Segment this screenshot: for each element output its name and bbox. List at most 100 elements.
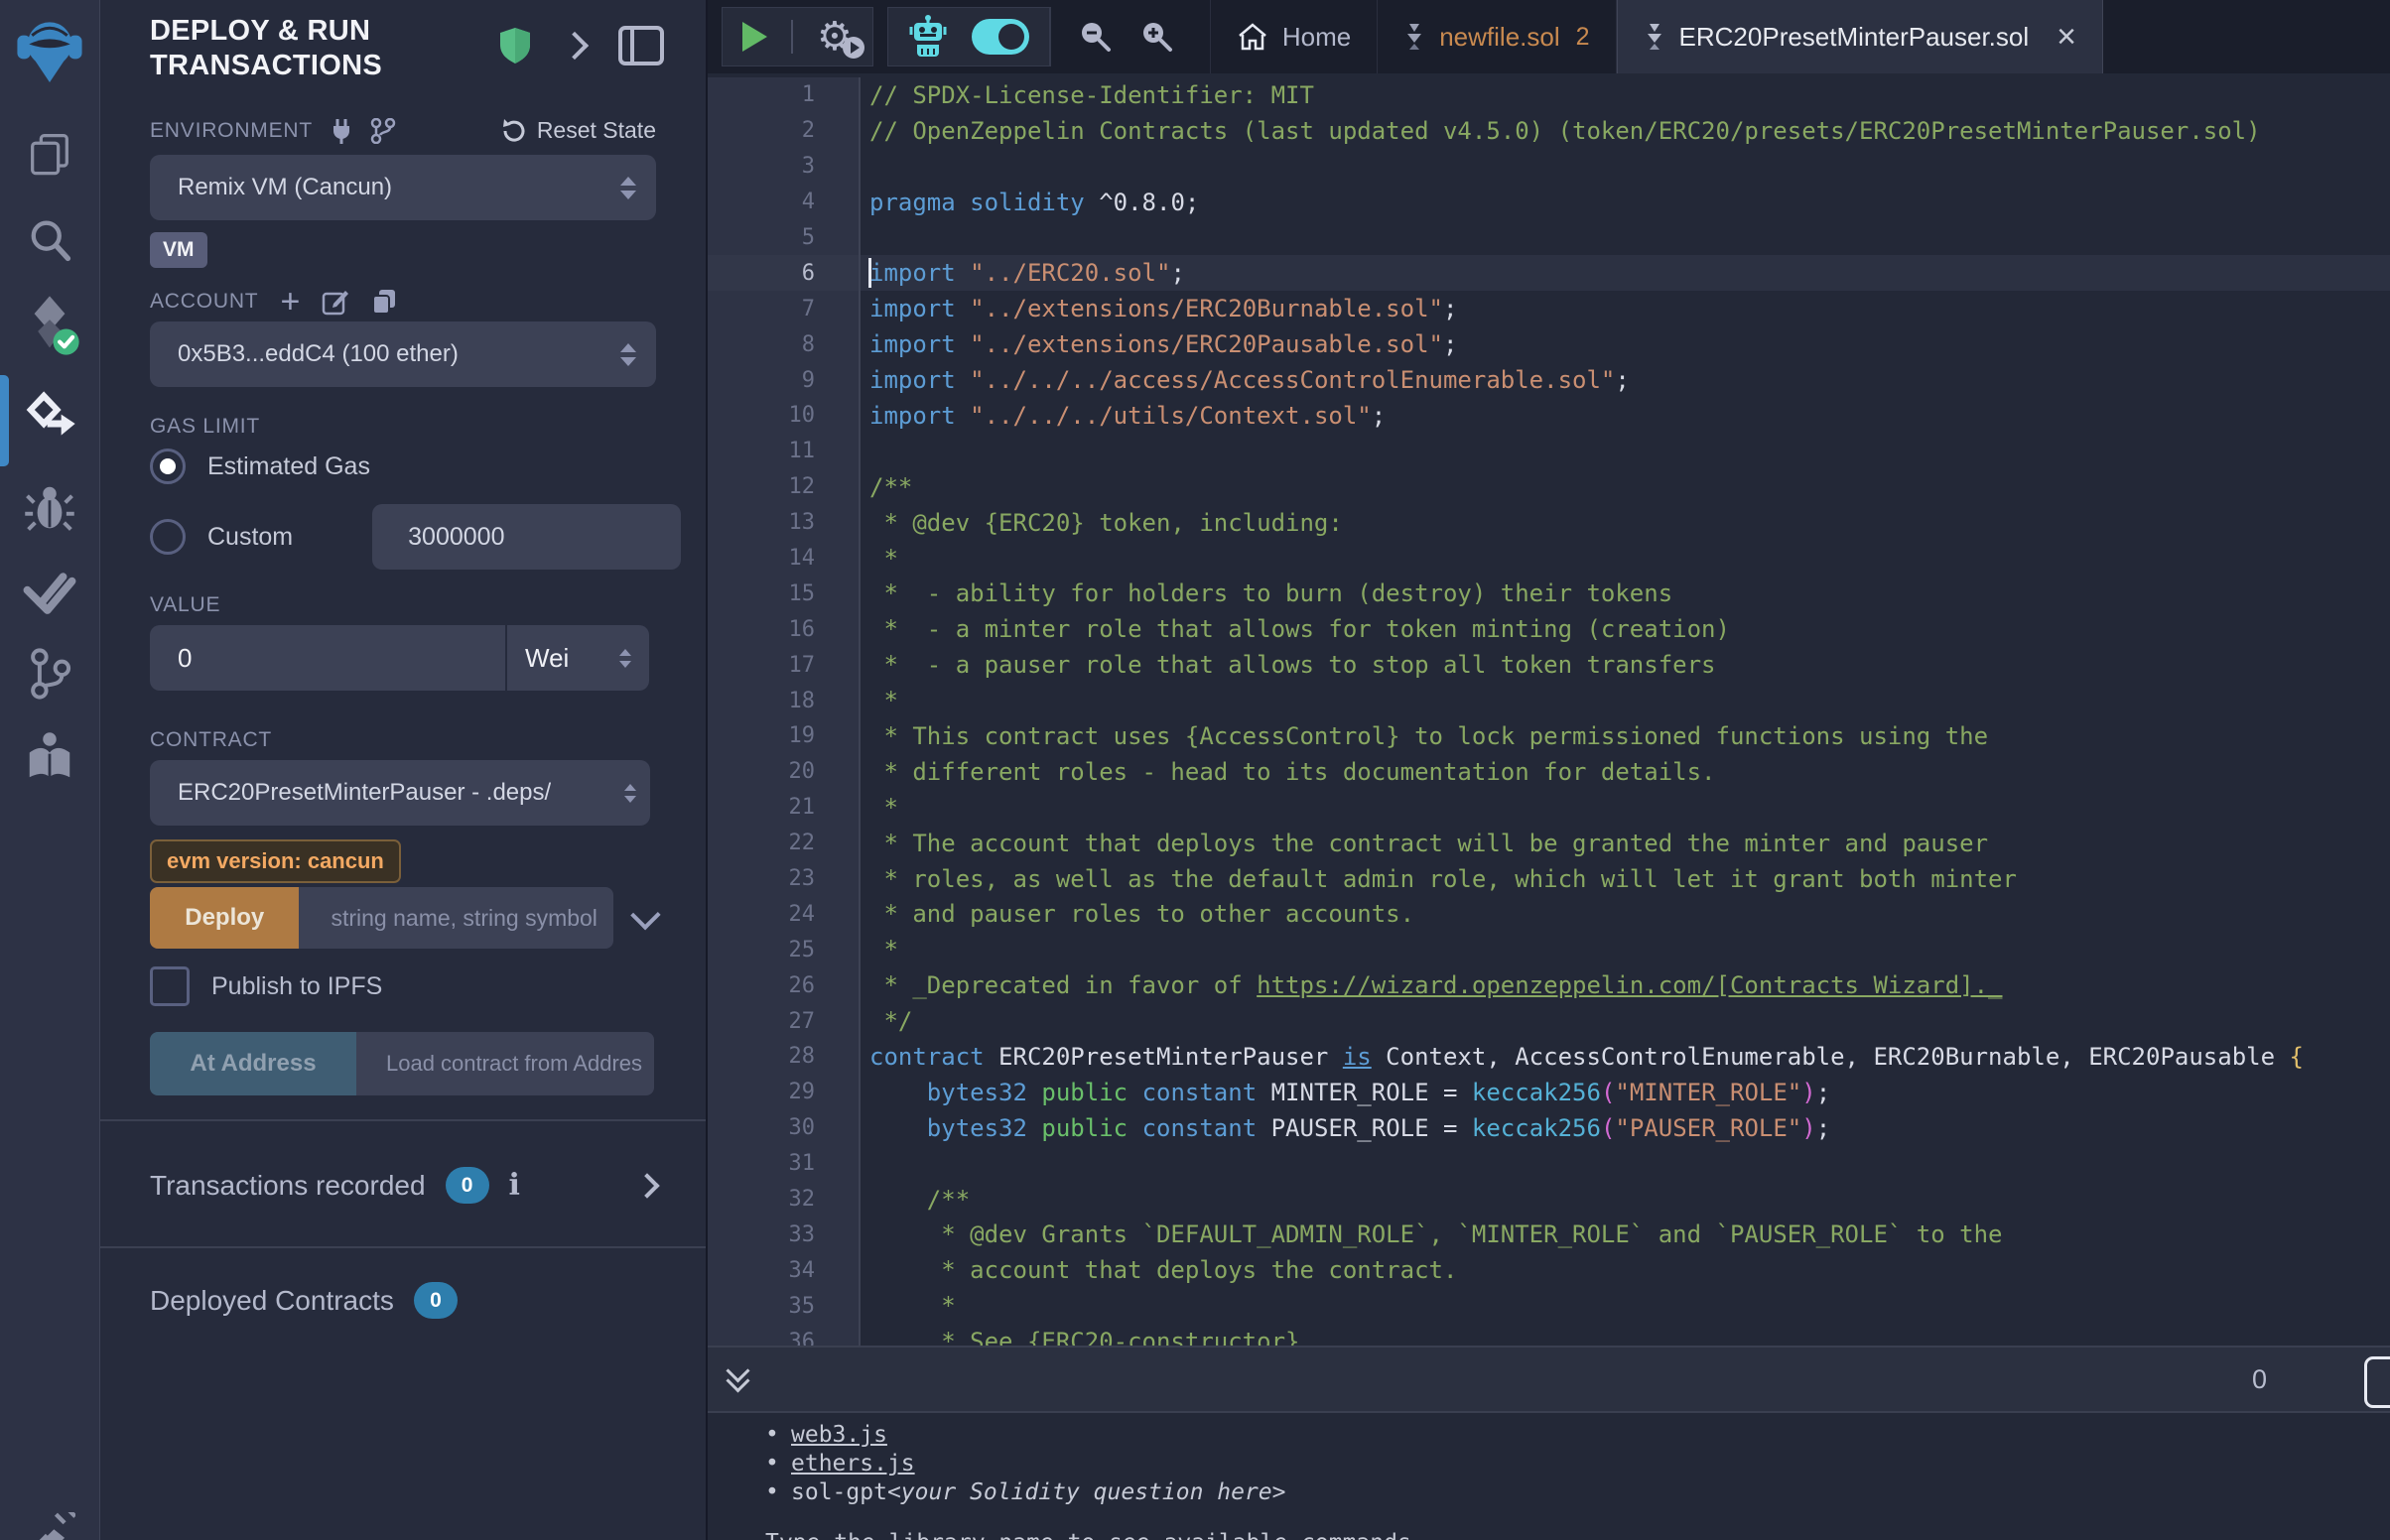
- line-content: /**: [859, 469, 2390, 505]
- copy-account-icon[interactable]: [371, 288, 397, 316]
- collapse-terminal-icon[interactable]: [730, 1369, 746, 1389]
- terminal-link[interactable]: web3.js: [791, 1421, 887, 1450]
- custom-gas-radio[interactable]: [150, 519, 186, 555]
- tab-erc20-preset[interactable]: ERC20PresetMinterPauser.sol ×: [1617, 0, 2103, 73]
- deploy-button[interactable]: Deploy: [150, 887, 299, 949]
- custom-gas-input[interactable]: [372, 504, 681, 570]
- code-line[interactable]: 11: [708, 434, 2390, 469]
- contract-select[interactable]: ERC20PresetMinterPauser - .deps/: [150, 760, 650, 826]
- code-line[interactable]: 23 * roles, as well as the default admin…: [708, 861, 2390, 897]
- publish-row: Publish to IPFS: [150, 966, 656, 1006]
- listen-network-checkbox[interactable]: [2364, 1356, 2390, 1408]
- tab-newfile[interactable]: newfile.sol 2: [1378, 0, 1616, 73]
- account-select[interactable]: 0x5B3...eddC4 (100 ether): [150, 321, 656, 387]
- pin-panel-icon[interactable]: [618, 26, 664, 65]
- unit-testing-icon[interactable]: [0, 568, 99, 617]
- close-tab-icon[interactable]: ×: [2057, 24, 2076, 50]
- line-number: 6: [708, 255, 859, 291]
- file-explorer-icon[interactable]: [0, 127, 99, 179]
- value-unit-select[interactable]: Wei: [507, 625, 649, 691]
- terminal-item: •sol-gpt <your Solidity question here>: [765, 1478, 2390, 1507]
- ai-copilot-toggle[interactable]: [972, 19, 1029, 55]
- code-line[interactable]: 8import "../extensions/ERC20Pausable.sol…: [708, 326, 2390, 362]
- code-line[interactable]: 7import "../extensions/ERC20Burnable.sol…: [708, 291, 2390, 326]
- code-line[interactable]: 32 /**: [708, 1182, 2390, 1218]
- code-line[interactable]: 28contract ERC20PresetMinterPauser is Co…: [708, 1039, 2390, 1075]
- at-address-button[interactable]: At Address: [150, 1032, 356, 1095]
- run-script-icon[interactable]: [742, 22, 767, 52]
- environment-select[interactable]: Remix VM (Cancun): [150, 155, 656, 220]
- code-line[interactable]: 18 *: [708, 683, 2390, 718]
- info-icon[interactable]: i: [509, 1168, 520, 1203]
- code-line[interactable]: 22 * The account that deploys the contra…: [708, 826, 2390, 861]
- code-line[interactable]: 6import "../ERC20.sol";: [708, 255, 2390, 291]
- editor-toolbar: ⚙: [708, 0, 2390, 73]
- expand-deploy-chevron-icon[interactable]: [631, 900, 661, 930]
- code-line[interactable]: 5: [708, 220, 2390, 256]
- code-line[interactable]: 34 * account that deploys the contract.: [708, 1252, 2390, 1288]
- fork-environment-icon[interactable]: [370, 118, 396, 144]
- code-line[interactable]: 2// OpenZeppelin Contracts (last updated…: [708, 113, 2390, 149]
- code-line[interactable]: 20 * different roles - head to its docum…: [708, 754, 2390, 790]
- code-line[interactable]: 30 bytes32 public constant PAUSER_ROLE =…: [708, 1110, 2390, 1146]
- code-line[interactable]: 4pragma solidity ^0.8.0;: [708, 185, 2390, 220]
- code-line[interactable]: 31: [708, 1146, 2390, 1182]
- plugin-manager-icon[interactable]: [0, 1512, 99, 1540]
- line-content: * - ability for holders to burn (destroy…: [859, 576, 2390, 611]
- deploy-run-icon[interactable]: [0, 389, 99, 445]
- line-content: * @dev {ERC20} token, including:: [859, 505, 2390, 541]
- line-number: 15: [708, 576, 859, 611]
- code-line[interactable]: 15 * - ability for holders to burn (dest…: [708, 576, 2390, 611]
- code-line[interactable]: 19 * This contract uses {AccessControl} …: [708, 718, 2390, 754]
- code-line[interactable]: 16 * - a minter role that allows for tok…: [708, 611, 2390, 647]
- code-line[interactable]: 26 * _Deprecated in favor of https://wiz…: [708, 967, 2390, 1003]
- zoom-out-icon[interactable]: [1077, 19, 1113, 55]
- line-number: 9: [708, 362, 859, 398]
- gas-limit-row: GAS LIMIT: [150, 415, 656, 439]
- code-line[interactable]: 35 *: [708, 1288, 2390, 1324]
- plug-icon[interactable]: [329, 118, 354, 144]
- transactions-recorded-row[interactable]: Transactions recorded 0 i: [150, 1167, 656, 1204]
- contract-value: ERC20PresetMinterPauser - .deps/: [178, 779, 551, 807]
- code-line[interactable]: 3: [708, 149, 2390, 185]
- code-line[interactable]: 33 * @dev Grants `DEFAULT_ADMIN_ROLE`, `…: [708, 1218, 2390, 1253]
- code-line[interactable]: 12/**: [708, 469, 2390, 505]
- value-input[interactable]: [150, 625, 505, 691]
- learneth-icon[interactable]: [0, 730, 99, 784]
- debugger-bug-icon[interactable]: [0, 480, 99, 534]
- script-config-gear-icon[interactable]: ⚙: [817, 17, 853, 57]
- collapse-chevron-icon[interactable]: [561, 32, 589, 60]
- code-line[interactable]: 17 * - a pauser role that allows to stop…: [708, 647, 2390, 683]
- code-line[interactable]: 24 * and pauser roles to other accounts.: [708, 896, 2390, 932]
- code-line[interactable]: 1// SPDX-License-Identifier: MIT: [708, 77, 2390, 113]
- tab-home[interactable]: Home: [1210, 0, 1378, 73]
- code-line[interactable]: 21 *: [708, 790, 2390, 826]
- search-icon[interactable]: [0, 214, 99, 266]
- code-line[interactable]: 13 * @dev {ERC20} token, including:: [708, 505, 2390, 541]
- reset-state-button[interactable]: Reset State: [501, 117, 656, 144]
- terminal[interactable]: •web3.js•ethers.js•sol-gpt <your Solidit…: [708, 1413, 2390, 1540]
- ai-robot-icon[interactable]: [908, 15, 948, 59]
- code-line[interactable]: 27 */: [708, 1003, 2390, 1039]
- remix-logo-icon[interactable]: [0, 12, 99, 85]
- zoom-in-icon[interactable]: [1138, 19, 1174, 55]
- line-content: *: [859, 541, 2390, 577]
- add-account-icon[interactable]: +: [280, 291, 300, 313]
- edit-account-icon[interactable]: [322, 288, 349, 316]
- code-line[interactable]: 9import "../../../access/AccessControlEn…: [708, 362, 2390, 398]
- code-line[interactable]: 36 * See {ERC20-constructor}.: [708, 1324, 2390, 1346]
- code-editor[interactable]: 1// SPDX-License-Identifier: MIT2// Open…: [708, 73, 2390, 1346]
- line-content: * This contract uses {AccessControl} to …: [859, 718, 2390, 754]
- deploy-args-input[interactable]: [299, 887, 613, 949]
- code-line[interactable]: 25 *: [708, 932, 2390, 967]
- code-line[interactable]: 14 *: [708, 541, 2390, 577]
- at-address-input[interactable]: [356, 1032, 654, 1095]
- estimated-gas-radio[interactable]: [150, 449, 186, 484]
- terminal-link[interactable]: ethers.js: [791, 1450, 915, 1478]
- publish-ipfs-checkbox[interactable]: [150, 966, 190, 1006]
- expand-transactions-chevron-icon[interactable]: [634, 1173, 659, 1198]
- code-line[interactable]: 10import "../../../utils/Context.sol";: [708, 398, 2390, 434]
- git-icon[interactable]: [0, 647, 99, 701]
- code-line[interactable]: 29 bytes32 public constant MINTER_ROLE =…: [708, 1075, 2390, 1110]
- solidity-compiler-icon[interactable]: [0, 294, 99, 357]
